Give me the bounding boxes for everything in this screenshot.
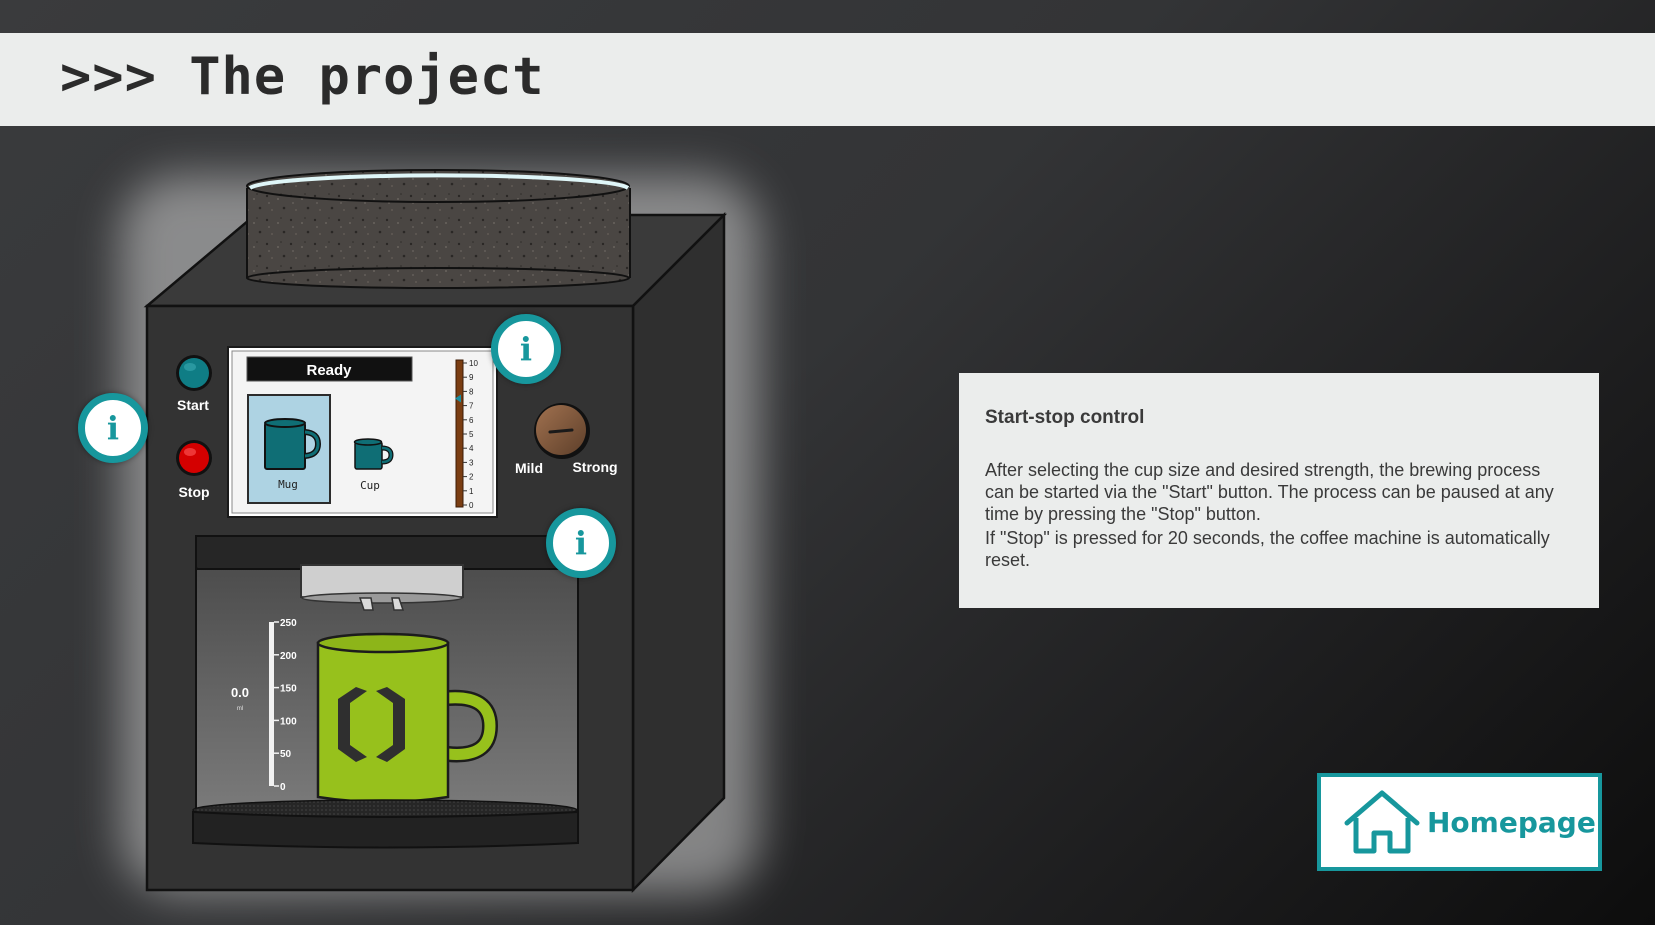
fill-tick-label: 50	[280, 749, 292, 760]
mild-label: Mild	[515, 460, 543, 476]
strength-tick-label: 6	[469, 416, 474, 425]
info-paragraph-1: After selecting the cup size and desired…	[985, 460, 1554, 524]
fill-tick-label: 250	[280, 618, 297, 629]
homepage-button[interactable]: Homepage	[1317, 773, 1602, 871]
stop-label: Stop	[178, 484, 209, 500]
strength-tick-label: 3	[469, 458, 474, 467]
fill-tick-label: 200	[280, 651, 297, 662]
drip-tray	[192, 799, 579, 849]
fill-tick-label: 100	[280, 716, 297, 727]
start-label: Start	[177, 397, 209, 413]
fill-unit: ml	[237, 706, 243, 712]
info-icon-brew-unit[interactable]: i	[546, 508, 616, 578]
strength-tick-label: 4	[469, 444, 474, 453]
strong-label: Strong	[572, 459, 617, 475]
fill-tick-label: 0	[280, 782, 286, 793]
info-panel: Start-stop control After selecting the c…	[959, 373, 1599, 608]
strength-tick-label: 1	[469, 487, 474, 496]
fill-value: 0.0	[231, 685, 249, 700]
strength-tick-label: 10	[469, 359, 478, 368]
strength-tick-label: 9	[469, 373, 474, 382]
bean-hopper	[246, 169, 631, 289]
strength-knob[interactable]	[534, 403, 590, 459]
strength-tick-label: 5	[469, 430, 474, 439]
strength-tick-label: 7	[469, 402, 474, 411]
house-icon	[1344, 790, 1420, 854]
strength-tick-label: 8	[469, 387, 474, 396]
info-icon-display[interactable]: i	[491, 314, 561, 384]
cup-option-mug[interactable]: Mug	[247, 394, 331, 504]
status-text: Ready	[306, 362, 352, 379]
info-paragraph-2: If "Stop" is pressed for 20 seconds, the…	[985, 528, 1550, 570]
homepage-label: Homepage	[1427, 805, 1596, 839]
fill-tick-label: 150	[280, 684, 297, 695]
strength-tick-label: 2	[469, 473, 474, 482]
strength-tick-label: 0	[469, 501, 474, 510]
info-title: Start-stop control	[985, 407, 1145, 428]
mug-label: Mug	[278, 478, 298, 491]
control-display: Ready Mug Cup 109876543210	[227, 346, 498, 518]
cup-label: Cup	[360, 479, 380, 492]
stop-button[interactable]	[176, 440, 212, 476]
start-button[interactable]	[176, 355, 212, 391]
info-icon-start-stop[interactable]: i	[78, 393, 148, 463]
